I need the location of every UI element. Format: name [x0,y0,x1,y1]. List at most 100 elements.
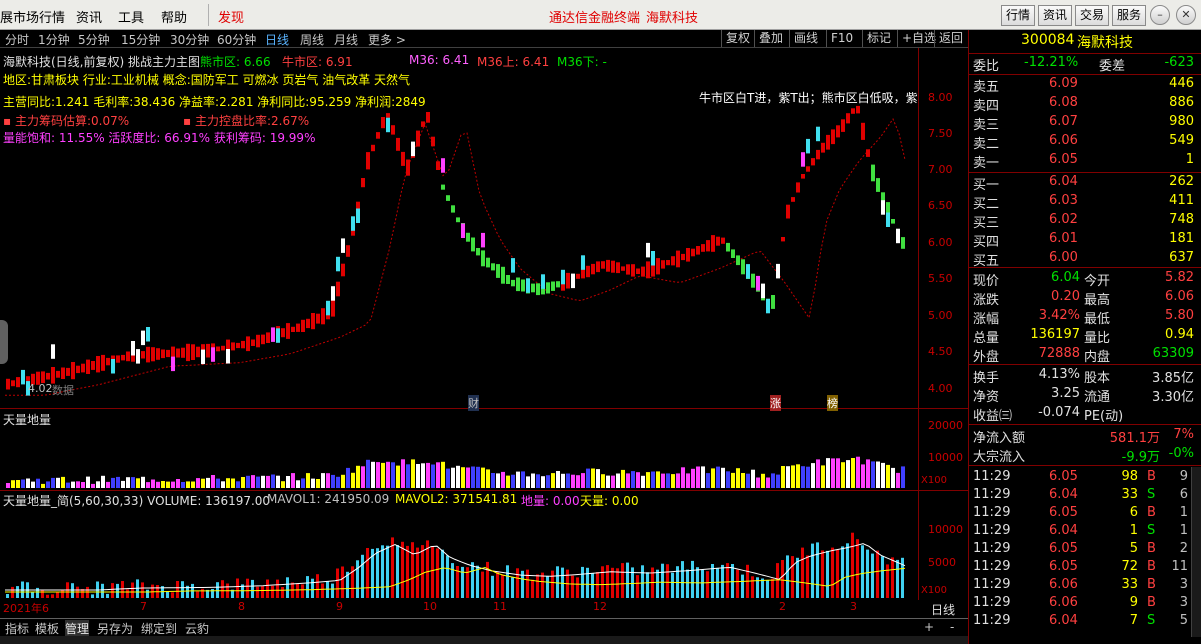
bid-level-row[interactable]: 买二 6.03 411 [969,193,1201,212]
volume-tick-label: 10000 [928,451,963,464]
volume2-bar [251,579,254,598]
y-tick-label: 4.50 [928,345,953,358]
top-button-news[interactable]: 资讯 [1038,5,1072,26]
tab-save-as[interactable]: 另存为 [97,620,133,637]
quote-panel: 300084 海默科技 委比 -12.21% 委差 -623 卖五 6.09 446… [968,30,1201,644]
event-marker-limit-up[interactable]: 涨 [770,395,781,411]
period-tab-60min[interactable]: 60分钟 [217,31,256,48]
ask-level-row[interactable]: 卖一 6.05 1 [969,152,1201,171]
volume2-bar [41,590,44,598]
ask-level-row[interactable]: 卖五 6.09 446 [969,76,1201,95]
candle-band [586,265,590,278]
tab-yunbao[interactable]: 云豹 [185,620,209,637]
ask-level-volume: 1 [1185,152,1194,167]
flow-row: 净流入额 581.1万 7% [969,427,1201,446]
chart-area: 海默科技(日线,前复权) 挑战主力主图 熊市区: 6.66 牛市区: 6.91 … [0,48,968,618]
minimize-icon[interactable]: – [1150,5,1170,25]
top-button-service[interactable]: 服务 [1112,5,1146,26]
event-marker-finance[interactable]: 财 [468,395,479,411]
bid-level-row[interactable]: 买一 6.04 262 [969,174,1201,193]
volume-bar [261,475,265,488]
volume2-bar [316,574,319,598]
top-button-quote[interactable]: 行情 [1001,5,1035,26]
tick-volume: 7 [1129,613,1138,628]
volume-bar [346,467,350,488]
ask-level-row[interactable]: 卖三 6.07 980 [969,114,1201,133]
volume-bar [41,483,45,488]
tick-row: 11:29 6.05 72 B 11 [969,559,1201,577]
tool-back[interactable]: 返回 [934,30,963,47]
menu-tools[interactable]: 工具 [118,7,144,26]
top-button-trade[interactable]: 交易 [1075,5,1109,26]
volume-bar [741,473,745,488]
volume-bar [676,473,680,488]
candle-band [441,184,445,190]
bid-level-row[interactable]: 买三 6.02 748 [969,212,1201,231]
zoom-out-button[interactable]: - [950,620,954,634]
bid-level-row[interactable]: 买四 6.01 181 [969,231,1201,250]
candle-band [216,346,220,352]
tick-row: 11:29 6.06 9 B 3 [969,595,1201,613]
tick-count: 6 [1179,487,1188,502]
volume-bar [571,474,575,488]
volume-bar [841,462,845,488]
menu-market[interactable]: 展市场行情 [0,7,65,26]
candle-signal [651,251,655,266]
period-tab-more[interactable]: 更多 > [368,31,406,48]
close-icon[interactable]: ✕ [1176,5,1196,25]
tick-list-scrollbar[interactable] [1191,467,1201,637]
candle-signal [341,238,345,253]
tab-manage[interactable]: 管理 [65,620,90,637]
volume-bar [836,458,840,488]
period-tab-5min[interactable]: 5分钟 [78,31,110,48]
stock-name: 海默科技 [1077,35,1133,51]
flow-row: 大宗流入 -9.9万 -0% [969,446,1201,465]
volume-bar [791,465,795,488]
period-tab-timeshare[interactable]: 分时 [5,31,29,48]
zoom-in-button[interactable]: + [924,620,934,634]
volume2-bar [886,564,889,598]
volume-bar [821,465,825,488]
volume-bar [461,467,465,488]
volume-bar [111,477,115,488]
tab-bind-to[interactable]: 绑定到 [141,620,177,637]
bid-level-row[interactable]: 买五 6.00 637 [969,250,1201,269]
period-tab-monthly[interactable]: 月线 [334,31,358,48]
ask-level-row[interactable]: 卖二 6.06 549 [969,133,1201,152]
volume2-bar [811,543,814,598]
event-marker-list[interactable]: 榜 [827,395,838,411]
tick-time: 11:29 [973,505,1011,520]
volume-bar [666,473,670,488]
candle-signal [511,258,515,273]
volume2-bar [181,581,184,598]
volume-bar [476,466,480,488]
ask-level-volume: 980 [1169,114,1194,129]
tool-overlay[interactable]: 叠加 [754,30,783,47]
tool-f10[interactable]: F10 [826,30,853,47]
candle-band [61,367,65,379]
volume2-bar [626,562,629,598]
volume-bar [806,466,810,488]
period-tab-15min[interactable]: 15分钟 [121,31,160,48]
period-tab-1min[interactable]: 1分钟 [38,31,70,48]
bear-zone-value: 熊市区: 6.66 [200,55,271,69]
tool-add-watchlist[interactable]: +自选 [897,30,936,47]
candle-band [116,355,120,363]
menu-help[interactable]: 帮助 [161,7,187,26]
ask-level-row[interactable]: 卖四 6.08 886 [969,95,1201,114]
tool-draw-line[interactable]: 画线 [789,30,818,47]
menu-discover[interactable]: 发现 [218,7,244,26]
tool-fuquan[interactable]: 复权 [721,30,750,47]
tab-indicator[interactable]: 指标 [5,620,29,637]
tool-mark[interactable]: 标记 [862,30,891,47]
volume2-bar [831,547,834,598]
period-tab-weekly[interactable]: 周线 [300,31,324,48]
left-panel-handle[interactable] [0,320,8,364]
period-tab-30min[interactable]: 30分钟 [170,31,209,48]
volume-bar [31,481,35,488]
menu-news[interactable]: 资讯 [76,7,102,26]
period-tab-daily[interactable]: 日线 [265,31,289,48]
volume2-bar [646,572,649,598]
tab-template[interactable]: 模板 [35,620,59,637]
volume2-tick-label: 10000 [928,523,963,536]
